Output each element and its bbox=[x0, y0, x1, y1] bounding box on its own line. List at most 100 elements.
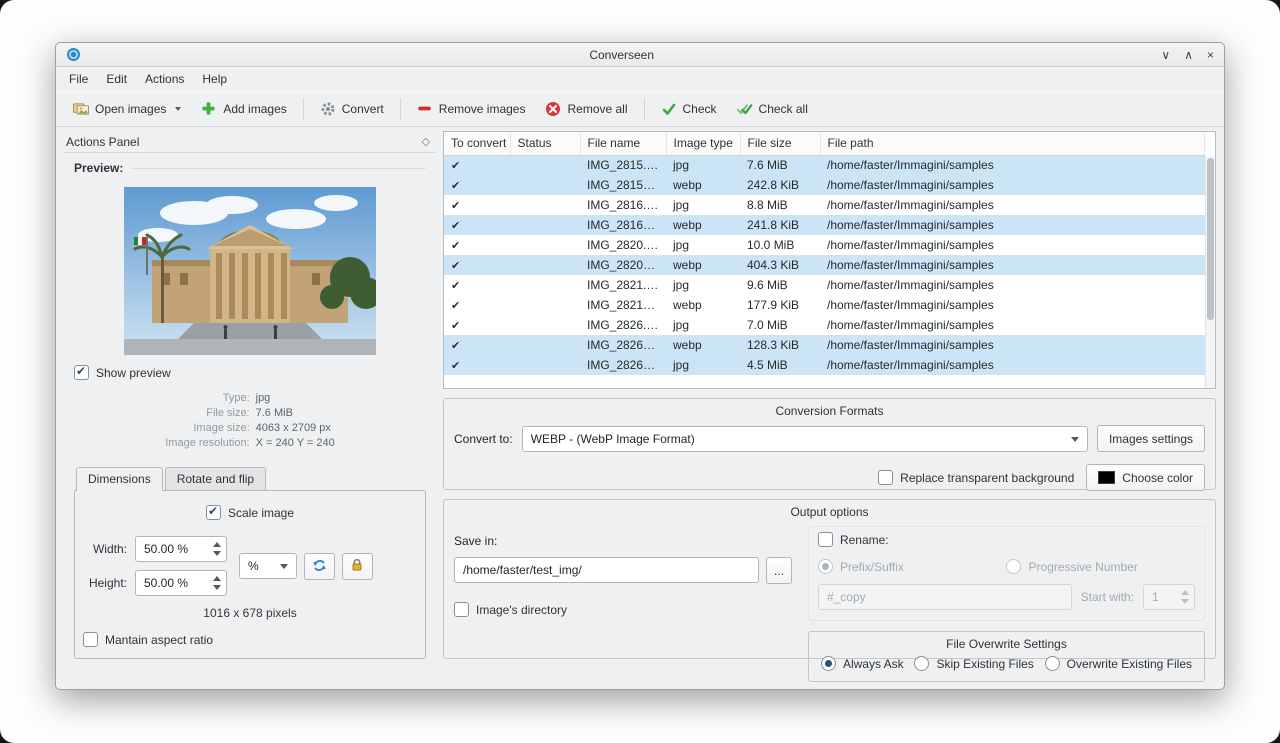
always-ask-radio[interactable]: Always Ask bbox=[821, 656, 904, 671]
menu-edit[interactable]: Edit bbox=[97, 69, 136, 89]
radio-button-icon bbox=[821, 656, 836, 671]
choose-color-button[interactable]: Choose color bbox=[1086, 464, 1205, 491]
replace-transparent-background-checkbox[interactable]: Replace transparent background bbox=[878, 470, 1074, 485]
maintain-aspect-ratio-label: Mantain aspect ratio bbox=[105, 633, 213, 647]
info-imagesize-label: Image size: bbox=[165, 422, 249, 434]
row-check-icon[interactable]: ✔ bbox=[444, 295, 510, 315]
replace-transparent-background-label: Replace transparent background bbox=[900, 471, 1074, 485]
table-row[interactable]: ✔IMG_2815.jpgjpg7.6 MiB/home/faster/Imma… bbox=[444, 155, 1205, 175]
table-row[interactable]: ✔IMG_2821.jpgjpg9.6 MiB/home/faster/Imma… bbox=[444, 275, 1205, 295]
start-with-label: Start with: bbox=[1081, 590, 1134, 604]
check-all-button[interactable]: Check all bbox=[728, 96, 817, 122]
row-check-icon[interactable]: ✔ bbox=[444, 215, 510, 235]
spinner-arrows-icon[interactable] bbox=[213, 542, 221, 556]
row-status bbox=[510, 255, 580, 275]
convert-button[interactable]: Convert bbox=[311, 96, 393, 122]
table-scrollbar[interactable] bbox=[1205, 156, 1215, 388]
maximize-button[interactable]: ∧ bbox=[1184, 49, 1193, 61]
checkbox-box bbox=[878, 470, 893, 485]
lock-aspect-button[interactable] bbox=[342, 553, 373, 580]
info-type-value: jpg bbox=[256, 392, 335, 404]
row-file-name: IMG_2815.jpg bbox=[580, 155, 666, 175]
check-button[interactable]: Check bbox=[652, 96, 726, 122]
row-check-icon[interactable]: ✔ bbox=[444, 155, 510, 175]
save-path-input[interactable]: /home/faster/test_img/ bbox=[454, 557, 759, 583]
checkbox-check-icon bbox=[206, 505, 221, 520]
add-images-button[interactable]: Add images bbox=[192, 96, 295, 122]
menu-actions[interactable]: Actions bbox=[136, 69, 193, 89]
menu-file[interactable]: File bbox=[60, 69, 97, 89]
file-table-body: ✔IMG_2815.jpgjpg7.6 MiB/home/faster/Imma… bbox=[444, 155, 1205, 375]
check-icon bbox=[661, 101, 677, 117]
checkbox-box bbox=[83, 632, 98, 647]
col-status[interactable]: Status bbox=[510, 132, 580, 155]
table-row[interactable]: ✔IMG_2816_co...webp241.8 KiB/home/faster… bbox=[444, 215, 1205, 235]
table-row[interactable]: ✔IMG_2826-M...jpg4.5 MiB/home/faster/Imm… bbox=[444, 355, 1205, 375]
output-options-title: Output options bbox=[444, 505, 1215, 519]
titlebar[interactable]: Converseen ∨ ∧ × bbox=[56, 43, 1224, 67]
row-check-icon[interactable]: ✔ bbox=[444, 195, 510, 215]
prefix-suffix-radio[interactable]: Prefix/Suffix bbox=[818, 559, 1007, 574]
overwrite-existing-files-radio[interactable]: Overwrite Existing Files bbox=[1045, 656, 1192, 671]
table-row[interactable]: ✔IMG_2821_co...webp177.9 KiB/home/faster… bbox=[444, 295, 1205, 315]
browse-button[interactable]: ... bbox=[766, 557, 792, 584]
col-file-size[interactable]: File size bbox=[740, 132, 820, 155]
unit-combobox[interactable]: % bbox=[239, 553, 297, 579]
col-file-name[interactable]: File name bbox=[580, 132, 666, 155]
row-file-size: 10.0 MiB bbox=[740, 235, 820, 255]
spinner-arrows-icon[interactable] bbox=[1181, 590, 1189, 604]
float-panel-icon[interactable]: ◇ bbox=[422, 135, 430, 148]
row-check-icon[interactable]: ✔ bbox=[444, 255, 510, 275]
col-to-convert[interactable]: To convert bbox=[444, 132, 510, 155]
scrollbar-thumb[interactable] bbox=[1207, 158, 1214, 320]
chevron-down-icon bbox=[280, 564, 288, 569]
rename-checkbox[interactable]: Rename: bbox=[818, 532, 889, 547]
col-image-type[interactable]: Image type bbox=[666, 132, 740, 155]
row-image-type: webp bbox=[666, 255, 740, 275]
maintain-aspect-ratio-checkbox[interactable]: Mantain aspect ratio bbox=[83, 632, 213, 647]
height-spinner[interactable]: 50.00 % bbox=[135, 570, 227, 596]
minimize-button[interactable]: ∨ bbox=[1161, 49, 1170, 61]
row-check-icon[interactable]: ✔ bbox=[444, 275, 510, 295]
format-combobox[interactable]: WEBP - (WebP Image Format) bbox=[522, 426, 1088, 452]
tab-dimensions[interactable]: Dimensions bbox=[76, 467, 163, 491]
row-check-icon[interactable]: ✔ bbox=[444, 175, 510, 195]
remove-all-label: Remove all bbox=[567, 102, 627, 116]
width-spinner[interactable]: 50.00 % bbox=[135, 536, 227, 562]
table-row[interactable]: ✔IMG_2820.jpgjpg10.0 MiB/home/faster/Imm… bbox=[444, 235, 1205, 255]
rename-section: Rename: Prefix/Suffix Progr bbox=[808, 526, 1205, 648]
table-row[interactable]: ✔IMG_2826.jpgjpg7.0 MiB/home/faster/Imma… bbox=[444, 315, 1205, 335]
images-directory-checkbox[interactable]: Image's directory bbox=[454, 602, 567, 617]
table-row[interactable]: ✔IMG_2820_co...webp404.3 KiB/home/faster… bbox=[444, 255, 1205, 275]
conversion-formats-group: Conversion Formats Convert to: WEBP - (W… bbox=[443, 398, 1216, 490]
col-file-path[interactable]: File path bbox=[820, 132, 1205, 155]
row-check-icon[interactable]: ✔ bbox=[444, 235, 510, 255]
progressive-number-radio[interactable]: Progressive Number bbox=[1006, 559, 1195, 574]
reset-dimensions-button[interactable] bbox=[304, 553, 335, 580]
scale-image-checkbox[interactable]: Scale image bbox=[206, 505, 294, 520]
row-check-icon[interactable]: ✔ bbox=[444, 315, 510, 335]
show-preview-checkbox[interactable]: Show preview bbox=[74, 365, 426, 380]
remove-images-button[interactable]: Remove images bbox=[408, 96, 535, 122]
start-with-spinner[interactable]: 1 bbox=[1143, 584, 1195, 610]
remove-all-button[interactable]: Remove all bbox=[536, 96, 636, 122]
row-file-path: /home/faster/Immagini/samples bbox=[820, 275, 1205, 295]
row-file-size: 241.8 KiB bbox=[740, 215, 820, 235]
images-settings-button[interactable]: Images settings bbox=[1097, 425, 1205, 452]
spinner-arrows-icon[interactable] bbox=[213, 576, 221, 590]
info-type-label: Type: bbox=[165, 392, 249, 404]
file-table: To convert Status File name Image type F… bbox=[444, 132, 1205, 375]
row-check-icon[interactable]: ✔ bbox=[444, 335, 510, 355]
open-images-button[interactable]: Open images bbox=[64, 96, 190, 122]
row-file-name: IMG_2821.jpg bbox=[580, 275, 666, 295]
tab-rotate-and-flip[interactable]: Rotate and flip bbox=[165, 467, 266, 490]
rename-pattern-input[interactable]: #_copy bbox=[818, 584, 1072, 610]
close-button[interactable]: × bbox=[1207, 49, 1214, 61]
table-row[interactable]: ✔IMG_2816.jpgjpg8.8 MiB/home/faster/Imma… bbox=[444, 195, 1205, 215]
table-row[interactable]: ✔IMG_2826_co...webp128.3 KiB/home/faster… bbox=[444, 335, 1205, 355]
table-row[interactable]: ✔IMG_2815_co...webp242.8 KiB/home/faster… bbox=[444, 175, 1205, 195]
menu-help[interactable]: Help bbox=[193, 69, 236, 89]
row-check-icon[interactable]: ✔ bbox=[444, 355, 510, 375]
skip-existing-files-radio[interactable]: Skip Existing Files bbox=[914, 656, 1033, 671]
row-file-name: IMG_2826_co... bbox=[580, 335, 666, 355]
